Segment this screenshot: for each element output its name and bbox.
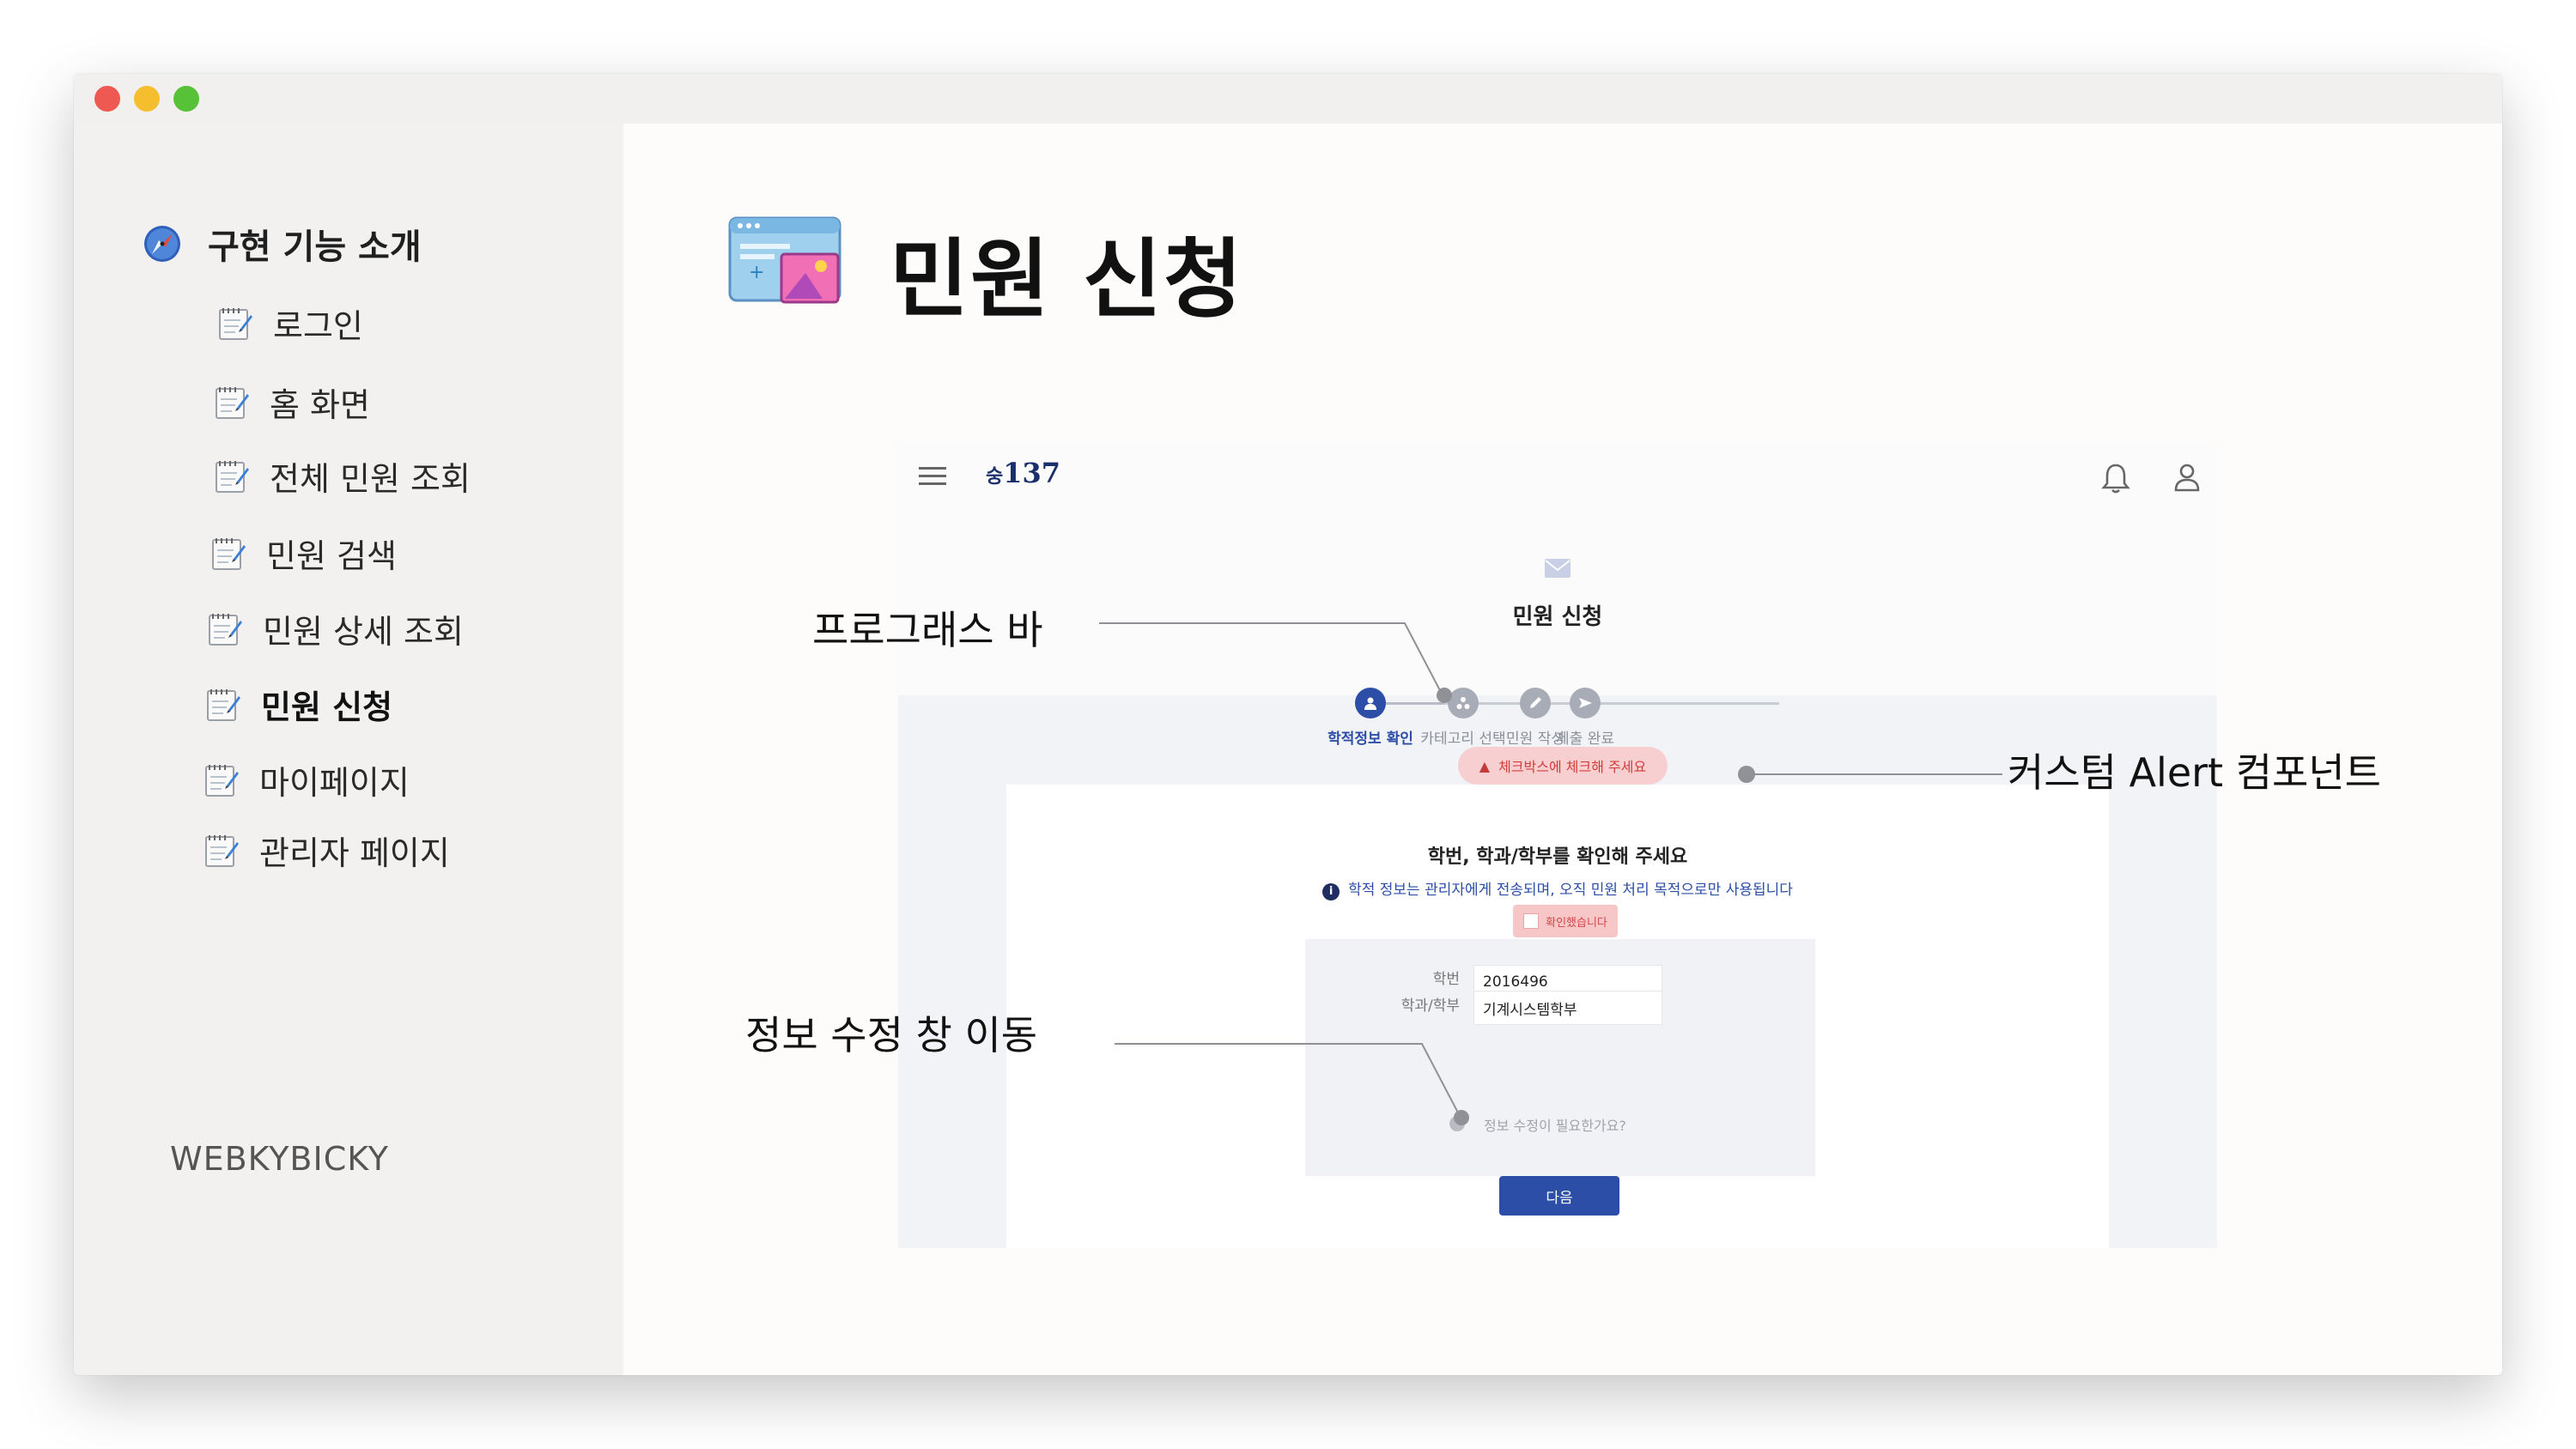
callout-custom-alert: 커스텀 Alert 컴포넌트: [2008, 749, 2381, 796]
memo-icon: [219, 308, 252, 340]
progress-step-label: 제출 완료: [1556, 731, 1614, 748]
svg-text:+: +: [749, 262, 764, 283]
category-icon: [1456, 697, 1470, 709]
bell-icon[interactable]: [2100, 462, 2131, 494]
hamburger-menu-icon[interactable]: [919, 467, 946, 486]
student-id-label: 학번: [1432, 971, 1460, 988]
sidebar-item-2[interactable]: 홈 화면: [211, 378, 370, 426]
memo-icon: [212, 538, 246, 570]
person-icon: [1364, 697, 1376, 710]
page-title: 민원 신청: [890, 229, 1244, 330]
progress-step-label: 카테고리 선택: [1420, 731, 1506, 748]
sidebar-header: 구현 기능 소개: [143, 218, 422, 270]
sidebar-item-4[interactable]: 민원 검색: [208, 529, 397, 577]
memo-icon: [216, 387, 249, 419]
sidebar-item-label: 홈 화면: [270, 385, 370, 424]
brand-label: WEBKYBICKY: [170, 1140, 390, 1178]
maximize-window-button[interactable]: [173, 86, 199, 112]
edit-info-link[interactable]: 정보 수정이 필요한가요?: [1484, 1114, 1626, 1135]
memo-icon: [216, 461, 249, 493]
progress-step-3: [1520, 688, 1551, 718]
user-icon[interactable]: [2172, 462, 2202, 493]
sidebar-item-1[interactable]: 로그인: [215, 299, 363, 347]
sidebar-item-label: 로그인: [273, 306, 363, 345]
department-label: 학과/학부: [1400, 997, 1460, 1015]
sidebar-item-label: 관리자 페이지: [259, 834, 450, 872]
sidebar-item-6[interactable]: 민원 신청: [203, 680, 392, 728]
sidebar-item-8[interactable]: 관리자 페이지: [201, 826, 450, 874]
minimize-window-button[interactable]: [134, 86, 160, 112]
title-bar: [74, 74, 2502, 124]
department-field[interactable]: 기계시스템학부: [1473, 991, 1662, 1025]
memo-icon: [205, 835, 239, 867]
memo-icon: [205, 765, 239, 797]
progress-step-2: [1448, 688, 1479, 718]
sidebar-item-label: 민원 검색: [266, 537, 397, 575]
window-image-icon: +: [728, 216, 841, 304]
pencil-icon: [1530, 697, 1541, 708]
edit-link-marker: [1449, 1116, 1465, 1131]
checkbox-box[interactable]: [1523, 913, 1540, 929]
form-heading: 민원 신청: [1512, 604, 1603, 630]
progress-step-1: [1355, 688, 1386, 718]
sidebar-title: 구현 기능 소개: [208, 227, 422, 267]
alert-message: 체크박스에 체크해 주세요: [1498, 759, 1647, 775]
sidebar-item-5[interactable]: 민원 상세 조회: [204, 604, 464, 652]
custom-alert: ▲ 체크박스에 체크해 주세요: [1458, 747, 1668, 785]
sidebar-item-label: 민원 신청: [261, 688, 393, 726]
memo-icon: [209, 614, 242, 646]
mail-icon: [1545, 559, 1571, 578]
warning-icon: ▲: [1479, 757, 1491, 774]
card-title: 학번, 학과/학부를 확인해 주세요: [1427, 846, 1688, 868]
callout-edit-info: 정보 수정 창 이동: [745, 1012, 1038, 1058]
close-window-button[interactable]: [94, 86, 120, 112]
next-button[interactable]: 다음: [1499, 1176, 1619, 1216]
progress-step-label: 학적정보 확인: [1327, 731, 1413, 748]
send-icon: [1579, 698, 1592, 708]
sidebar-item-label: 마이페이지: [259, 763, 410, 802]
compass-icon: [144, 226, 180, 262]
sidebar-item-label: 민원 상세 조회: [263, 612, 464, 651]
sidebar-item-7[interactable]: 마이페이지: [201, 755, 410, 803]
app-preview: 숭137 민원 신청 ▲ 체크박스에 체크해 주세요 학번, 학과/학부를 확인…: [898, 441, 2217, 1248]
confirm-checkbox[interactable]: 확인했습니다: [1513, 905, 1618, 937]
confirm-label: 확인했습니다: [1546, 916, 1607, 930]
student-info-panel: 학번 2016496 학과/학부 기계시스템학부 정보 수정이 필요한가요?: [1305, 939, 1815, 1176]
info-text: 학적 정보는 관리자에게 전송되며, 오직 민원 처리 목적으로만 사용됩니다: [1348, 882, 1793, 899]
sidebar-item-3[interactable]: 전체 민원 조회: [211, 452, 471, 500]
memo-icon: [207, 689, 240, 721]
info-notice: i 학적 정보는 관리자에게 전송되며, 오직 민원 처리 목적으로만 사용됩니다: [898, 877, 2217, 900]
info-icon: i: [1322, 883, 1340, 900]
callout-progress-bar: 프로그래스 바: [812, 607, 1043, 653]
app-logo[interactable]: 숭137: [986, 457, 1060, 489]
progress-step-4: [1570, 688, 1601, 718]
sidebar-item-label: 전체 민원 조회: [270, 459, 471, 498]
